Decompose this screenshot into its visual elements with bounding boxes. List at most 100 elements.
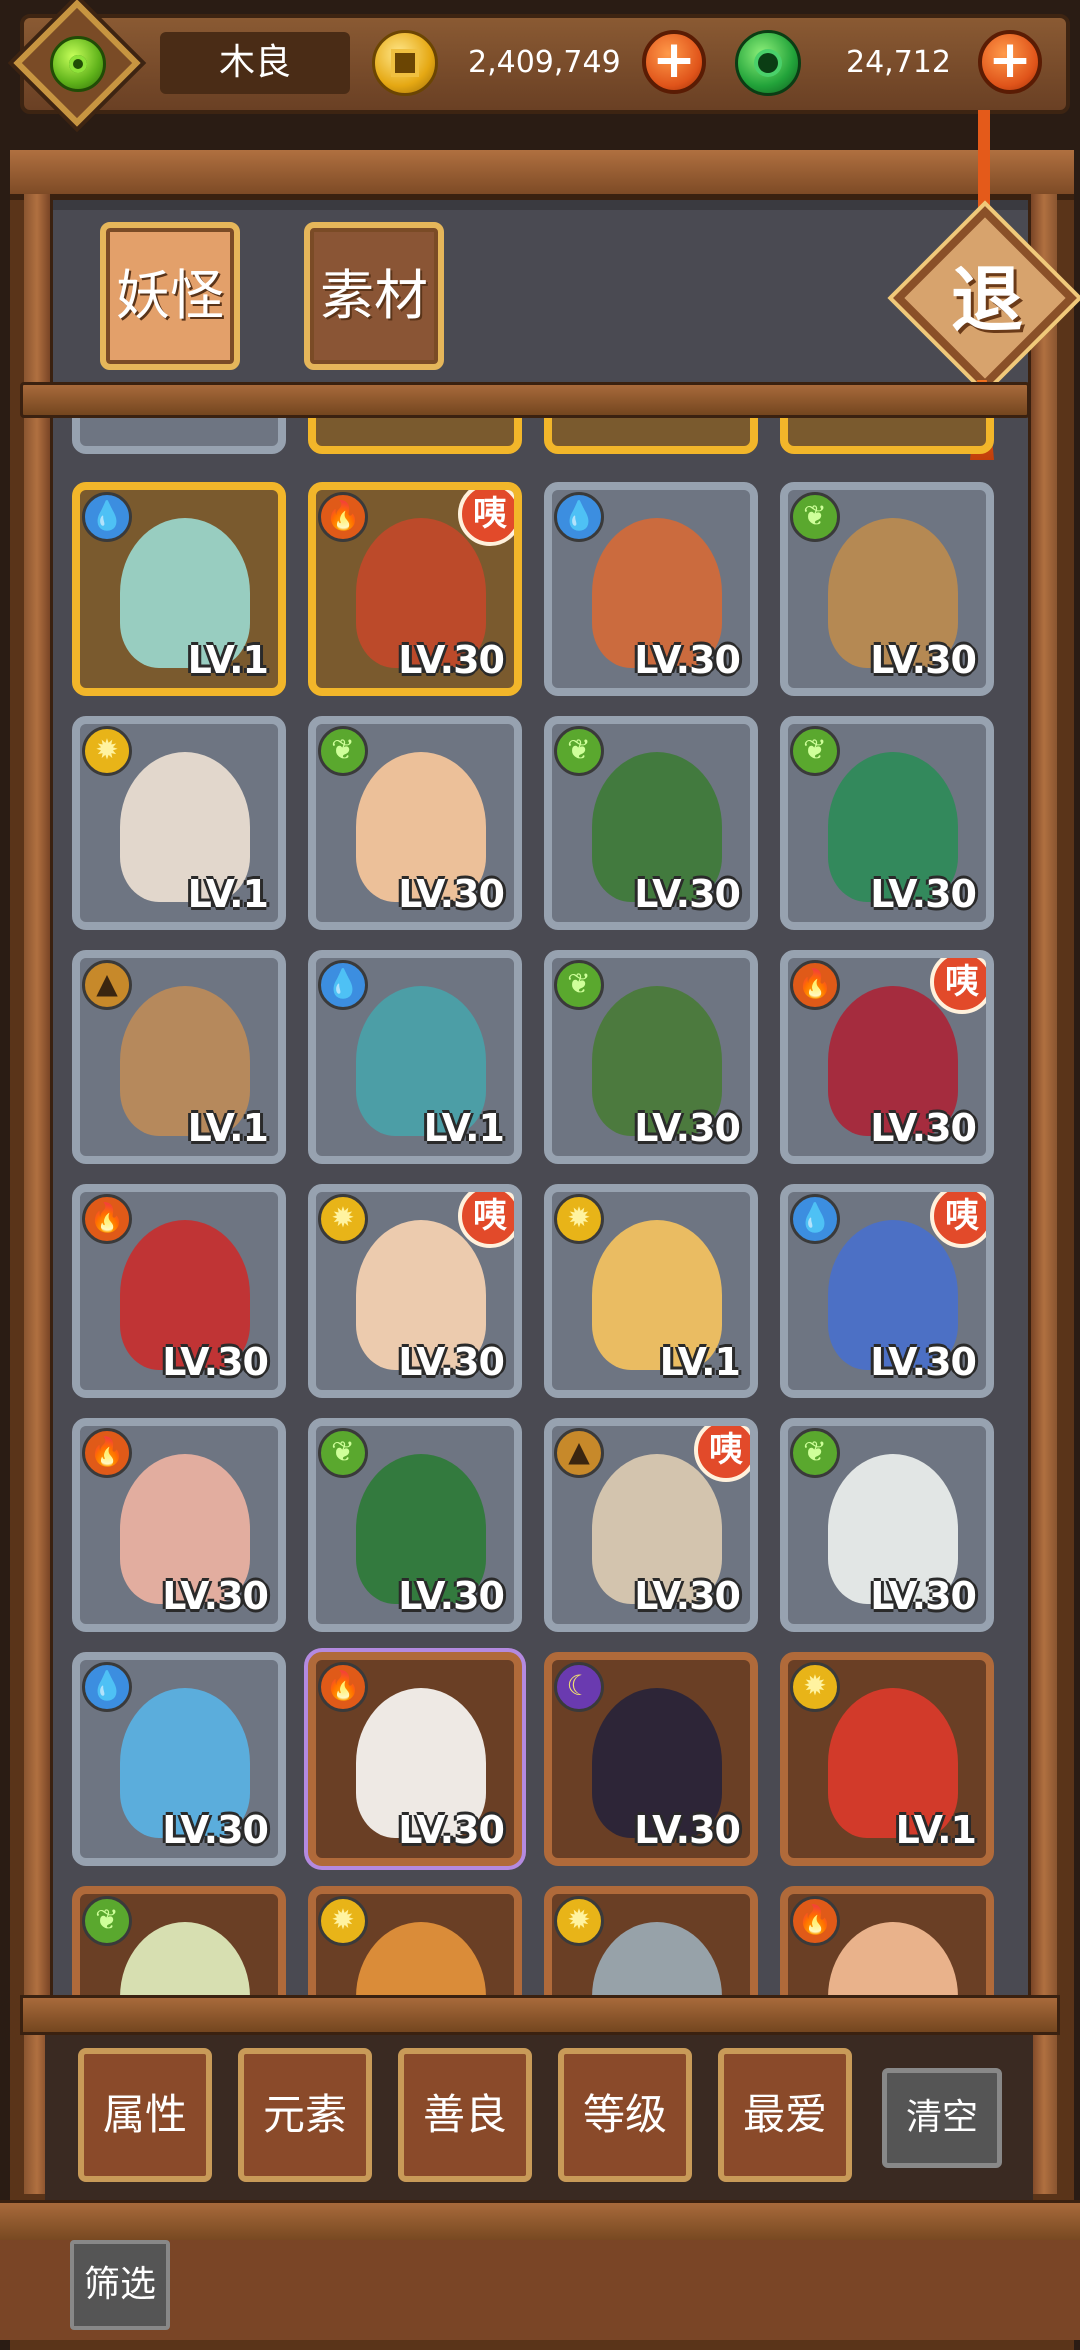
monster-level: LV.30 <box>634 1574 741 1618</box>
leaf-element-icon: ❦ <box>318 1428 368 1478</box>
monster-card[interactable]: 🔥 LV.30 <box>72 1184 286 1398</box>
monster-card[interactable]: 💧 LV.1 <box>308 950 522 1164</box>
water-element-icon: 💧 <box>82 492 132 542</box>
lower-shelf <box>20 1995 1060 2035</box>
monster-level: LV.30 <box>162 1808 269 1852</box>
monster-level: LV.30 <box>398 1340 505 1384</box>
monster-card[interactable]: ❦ <box>72 1886 286 1998</box>
monster-level: LV.1 <box>187 872 269 916</box>
monster-level: LV.30 <box>870 872 977 916</box>
monster-card[interactable]: ❦ LV.30 <box>780 1418 994 1632</box>
monster-card[interactable]: 💧 LV.30 咦 <box>780 1184 994 1398</box>
monster-card[interactable]: ❦ LV.30 <box>308 1418 522 1632</box>
monster-card[interactable]: 🔥 LV.30 <box>72 1418 286 1632</box>
earth-element-icon: ▲ <box>82 960 132 1010</box>
bottom-shelf <box>0 2200 1080 2243</box>
monster-portrait <box>120 1922 250 1998</box>
monster-card[interactable]: 🔥 LV.30 咦 <box>308 482 522 696</box>
add-jade-button[interactable]: + <box>978 30 1042 94</box>
new-badge: 咦 <box>458 490 514 546</box>
cabinet-top-frame <box>10 150 1074 200</box>
monster-card[interactable]: ❦ LV.30 <box>308 716 522 930</box>
monster-level: LV.1 <box>187 1106 269 1150</box>
monster-card[interactable]: 🔥 LV.30 咦 <box>780 950 994 1164</box>
monster-card[interactable]: ❦ LV.30 <box>544 950 758 1164</box>
monster-card[interactable]: ▲ LV.1 <box>72 950 286 1164</box>
monster-level: LV.30 <box>398 872 505 916</box>
monster-card[interactable]: ✹ LV.30 咦 <box>308 1184 522 1398</box>
tab-materials[interactable]: 素材 <box>304 222 444 370</box>
water-element-icon: 💧 <box>554 492 604 542</box>
monster-card[interactable]: ✹ LV.1 <box>544 1184 758 1398</box>
monster-level: LV.1 <box>659 1340 741 1384</box>
fire-element-icon: 🔥 <box>790 960 840 1010</box>
monster-card[interactable]: ✹ LV.1 <box>780 1652 994 1866</box>
jade-avatar-icon <box>50 36 106 92</box>
filter-level-button[interactable]: 等级 <box>558 2048 692 2182</box>
water-element-icon: 💧 <box>790 1194 840 1244</box>
filter-favorite-button[interactable]: 最爱 <box>718 2048 852 2182</box>
filter-element-button[interactable]: 元素 <box>238 2048 372 2182</box>
monster-card[interactable]: ☾ LV.30 <box>544 1652 758 1866</box>
monster-level: LV.1 <box>895 1808 977 1852</box>
filter-toggle-button[interactable]: 筛选 <box>70 2240 170 2330</box>
monster-level: LV.30 <box>870 638 977 682</box>
monster-level: LV.30 <box>398 638 505 682</box>
tab-monsters[interactable]: 妖怪 <box>100 222 240 370</box>
filter-alignment-button[interactable]: 善良 <box>398 2048 532 2182</box>
new-badge: 咦 <box>930 958 986 1014</box>
monster-level: LV.30 <box>634 872 741 916</box>
monster-card[interactable]: ❦ LV.30 <box>780 716 994 930</box>
sun-element-icon: ✹ <box>318 1896 368 1946</box>
gold-coin-icon <box>372 30 438 96</box>
monster-card[interactable]: ▲ LV.30 咦 <box>544 1418 758 1632</box>
monster-portrait <box>592 1922 722 1998</box>
monster-card-partial[interactable] <box>544 418 758 454</box>
monster-card[interactable]: 🔥 LV.30 <box>308 1652 522 1866</box>
fire-element-icon: 🔥 <box>82 1428 132 1478</box>
monster-card[interactable]: 💧 LV.1 <box>72 482 286 696</box>
monster-level: LV.30 <box>634 638 741 682</box>
water-element-icon: 💧 <box>82 1662 132 1712</box>
fire-element-icon: 🔥 <box>790 1896 840 1946</box>
monster-level: LV.30 <box>398 1574 505 1618</box>
monster-level: LV.30 <box>870 1574 977 1618</box>
monster-card[interactable]: 🔥 <box>780 1886 994 1998</box>
leaf-element-icon: ❦ <box>318 726 368 776</box>
sun-element-icon: ✹ <box>82 726 132 776</box>
jade-amount: 24,712 <box>846 45 951 80</box>
monster-level: LV.30 <box>162 1340 269 1384</box>
leaf-element-icon: ❦ <box>554 960 604 1010</box>
sun-element-icon: ✹ <box>554 1896 604 1946</box>
player-avatar[interactable] <box>13 0 141 127</box>
exit-button[interactable]: 退 <box>892 205 1080 395</box>
monster-level: LV.30 <box>634 1808 741 1852</box>
exit-label: 退 <box>950 258 1023 342</box>
upper-shelf <box>20 382 1030 418</box>
monster-card-partial[interactable] <box>308 418 522 454</box>
monster-card[interactable]: ✹ LV.1 <box>72 716 286 930</box>
monster-card-partial[interactable] <box>72 418 286 454</box>
moon-element-icon: ☾ <box>554 1662 604 1712</box>
monster-level: LV.1 <box>423 1106 505 1150</box>
monster-card[interactable]: ❦ LV.30 <box>544 716 758 930</box>
monster-portrait <box>356 1922 486 1998</box>
monster-card[interactable]: ✹ <box>544 1886 758 1998</box>
monster-card[interactable]: ✹ <box>308 1886 522 1998</box>
gold-amount: 2,409,749 <box>468 45 621 80</box>
monster-level: LV.30 <box>870 1106 977 1150</box>
monster-level: LV.1 <box>187 638 269 682</box>
monster-level: LV.30 <box>634 1106 741 1150</box>
add-gold-button[interactable]: + <box>642 30 706 94</box>
monster-grid[interactable]: 💧 LV.1 🔥 LV.30 咦 💧 LV.30 ❦ LV.30 ✹ LV.1 ❦ LV.30 ❦ LV.3… <box>72 418 1008 1998</box>
monster-card[interactable]: 💧 LV.30 <box>72 1652 286 1866</box>
monster-card-partial[interactable] <box>780 418 994 454</box>
filter-attribute-button[interactable]: 属性 <box>78 2048 212 2182</box>
jade-coin-icon <box>735 30 801 96</box>
exit-tassel-cord <box>978 110 990 210</box>
monster-card[interactable]: ❦ LV.30 <box>780 482 994 696</box>
clear-filter-button[interactable]: 清空 <box>882 2068 1002 2168</box>
fire-element-icon: 🔥 <box>318 1662 368 1712</box>
monster-card[interactable]: 💧 LV.30 <box>544 482 758 696</box>
sun-element-icon: ✹ <box>554 1194 604 1244</box>
